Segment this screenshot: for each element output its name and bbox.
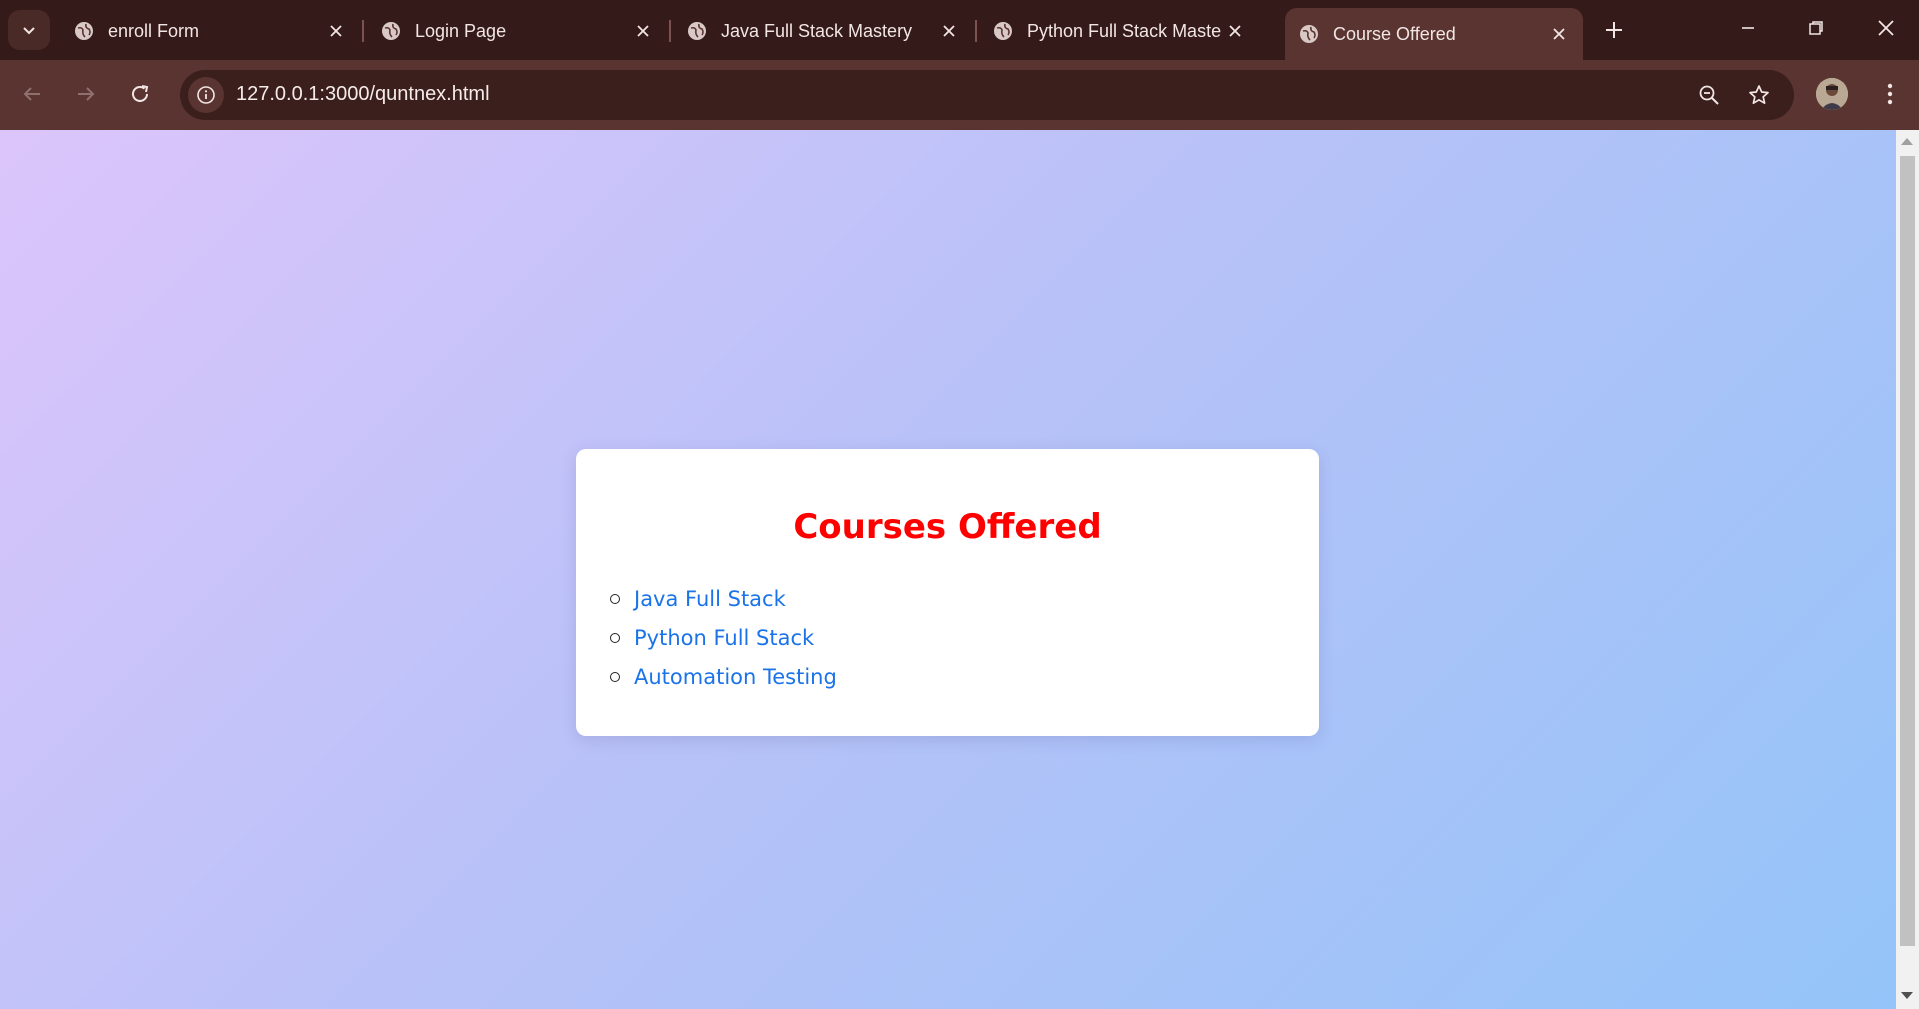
profile-avatar[interactable] bbox=[1816, 78, 1848, 110]
close-icon[interactable] bbox=[629, 17, 657, 45]
zoom-button[interactable] bbox=[1692, 78, 1726, 112]
list-item: Automation Testing bbox=[610, 657, 837, 696]
tab-separator bbox=[975, 20, 977, 42]
restore-button[interactable] bbox=[1792, 8, 1840, 48]
list-item: Java Full Stack bbox=[610, 579, 837, 618]
tab-strip: enroll Form Login Page Java Full Stack M… bbox=[0, 0, 1919, 60]
globe-icon bbox=[993, 21, 1013, 41]
reload-icon bbox=[132, 85, 149, 102]
globe-icon bbox=[1299, 24, 1319, 44]
tab-title: Python Full Stack Mastery bbox=[1027, 20, 1221, 41]
page-title: Courses Offered bbox=[793, 507, 1102, 547]
new-tab-button[interactable] bbox=[1596, 12, 1632, 48]
minimize-button[interactable] bbox=[1724, 8, 1772, 48]
forward-button[interactable] bbox=[66, 74, 106, 114]
tab-title: Course Offered bbox=[1333, 23, 1456, 44]
tab-course-offered[interactable]: Course Offered bbox=[1285, 8, 1583, 60]
list-item: Python Full Stack bbox=[610, 618, 837, 657]
bookmark-button[interactable] bbox=[1742, 78, 1776, 112]
reload-button[interactable] bbox=[120, 74, 160, 114]
page-viewport: Courses Offered Java Full Stack Python F… bbox=[0, 130, 1896, 1009]
globe-icon bbox=[687, 21, 707, 41]
tab-separator bbox=[362, 20, 364, 42]
close-icon[interactable] bbox=[1221, 17, 1249, 45]
course-link-java[interactable]: Java Full Stack bbox=[634, 587, 786, 611]
bullet-icon bbox=[610, 593, 620, 604]
tab-title: Java Full Stack Mastery bbox=[721, 20, 913, 41]
address-bar[interactable]: 127.0.0.1:3000/quntnex.html bbox=[180, 70, 1794, 120]
zoom-icon bbox=[1699, 85, 1719, 105]
bullet-icon bbox=[610, 632, 620, 643]
close-icon[interactable] bbox=[935, 17, 963, 45]
tab-separator bbox=[669, 20, 671, 42]
kebab-menu-icon bbox=[1887, 83, 1893, 105]
plus-icon bbox=[1606, 22, 1622, 38]
chevron-down-icon bbox=[23, 27, 35, 35]
browser-menu-button[interactable] bbox=[1872, 76, 1908, 112]
course-link-python[interactable]: Python Full Stack bbox=[634, 626, 814, 650]
course-list: Java Full Stack Python Full Stack Automa… bbox=[576, 579, 837, 696]
scroll-up-arrow-icon[interactable] bbox=[1901, 138, 1913, 145]
back-arrow-icon bbox=[23, 87, 40, 101]
bullet-icon bbox=[610, 671, 620, 682]
course-link-automation[interactable]: Automation Testing bbox=[634, 665, 837, 689]
tab-title: Login Page bbox=[415, 20, 507, 41]
close-icon[interactable] bbox=[1545, 20, 1573, 48]
globe-icon bbox=[381, 21, 401, 41]
scrollbar-thumb[interactable] bbox=[1900, 156, 1915, 946]
tab-java-full-stack[interactable]: Java Full Stack Mastery bbox=[673, 8, 973, 54]
forward-arrow-icon bbox=[78, 87, 95, 101]
courses-card: Courses Offered Java Full Stack Python F… bbox=[576, 449, 1319, 736]
close-icon[interactable] bbox=[322, 17, 350, 45]
tab-enroll-form[interactable]: enroll Form bbox=[60, 8, 360, 54]
site-info-button[interactable] bbox=[188, 77, 224, 113]
tab-search-button[interactable] bbox=[8, 10, 50, 50]
tab-login-page[interactable]: Login Page bbox=[367, 8, 667, 54]
minimize-icon bbox=[1742, 27, 1754, 29]
window-close-button[interactable] bbox=[1862, 8, 1910, 48]
back-button[interactable] bbox=[12, 74, 52, 114]
tab-python-full-stack[interactable]: Python Full Stack Mastery bbox=[979, 8, 1259, 54]
globe-icon bbox=[74, 21, 94, 41]
tab-title: enroll Form bbox=[108, 20, 200, 41]
scroll-down-arrow-icon[interactable] bbox=[1901, 992, 1913, 999]
restore-icon bbox=[1809, 21, 1823, 35]
vertical-scrollbar[interactable] bbox=[1896, 130, 1919, 1009]
close-icon bbox=[1878, 20, 1894, 36]
info-icon bbox=[197, 86, 215, 104]
url-text: 127.0.0.1:3000/quntnex.html bbox=[236, 83, 490, 105]
star-icon bbox=[1749, 85, 1769, 105]
browser-toolbar: 127.0.0.1:3000/quntnex.html bbox=[0, 60, 1919, 130]
